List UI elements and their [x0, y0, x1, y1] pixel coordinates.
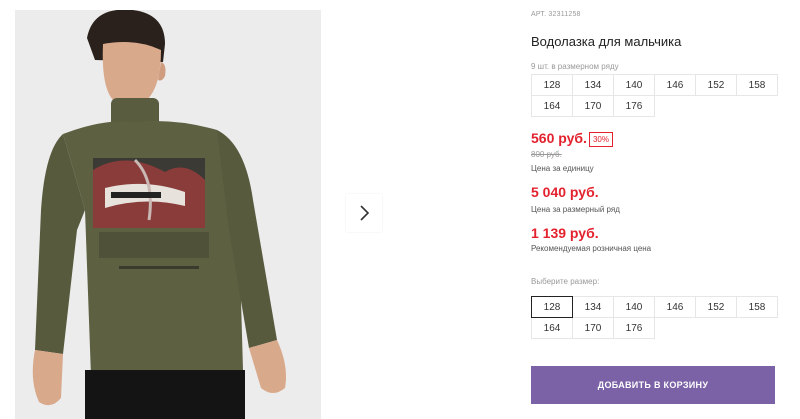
size-row-cell: 134 [572, 74, 614, 96]
row-price-caption: Цена за размерный ряд [531, 205, 620, 214]
size-row-cell: 158 [736, 74, 778, 96]
discount-badge: 30% [589, 132, 613, 147]
size-option[interactable]: 158 [736, 296, 778, 318]
unit-price: 560 руб. [531, 130, 587, 146]
size-option[interactable]: 152 [695, 296, 737, 318]
product-title: Водолазка для мальчика [531, 34, 682, 49]
size-option[interactable]: 176 [613, 317, 655, 339]
size-row-cell: 128 [531, 74, 573, 96]
product-photo [15, 10, 321, 419]
size-option[interactable]: 146 [654, 296, 696, 318]
size-option[interactable]: 140 [613, 296, 655, 318]
size-row-note: 9 шт. в размерном ряду [531, 62, 619, 71]
gallery-next-button[interactable] [346, 194, 382, 232]
size-row-cell: 170 [572, 95, 614, 117]
size-row-cell: 146 [654, 74, 696, 96]
size-row-cell: 176 [613, 95, 655, 117]
size-selector: 128 134 140 146 152 158 164 170 176 [531, 296, 778, 339]
size-option[interactable]: 134 [572, 296, 614, 318]
retail-price: 1 139 руб. [531, 225, 599, 241]
size-option[interactable]: 164 [531, 317, 573, 339]
size-row-grid: 128 134 140 146 152 158 164 170 176 [531, 74, 778, 117]
size-option[interactable]: 170 [572, 317, 614, 339]
unit-price-caption: Цена за единицу [531, 164, 594, 173]
old-price: 800 руб. [531, 150, 562, 159]
product-image [15, 10, 321, 419]
article-number: АРТ. 32311258 [531, 11, 581, 18]
size-row-cell: 140 [613, 74, 655, 96]
size-row-cell: 152 [695, 74, 737, 96]
chevron-right-icon [360, 205, 370, 221]
retail-price-caption: Рекомендуемая розничная цена [531, 244, 652, 253]
add-to-cart-button[interactable]: ДОБАВИТЬ В КОРЗИНУ [531, 366, 775, 404]
size-option[interactable]: 128 [531, 296, 573, 318]
size-select-label: Выберите размер: [531, 277, 600, 286]
size-row-cell: 164 [531, 95, 573, 117]
row-price: 5 040 руб. [531, 184, 599, 200]
